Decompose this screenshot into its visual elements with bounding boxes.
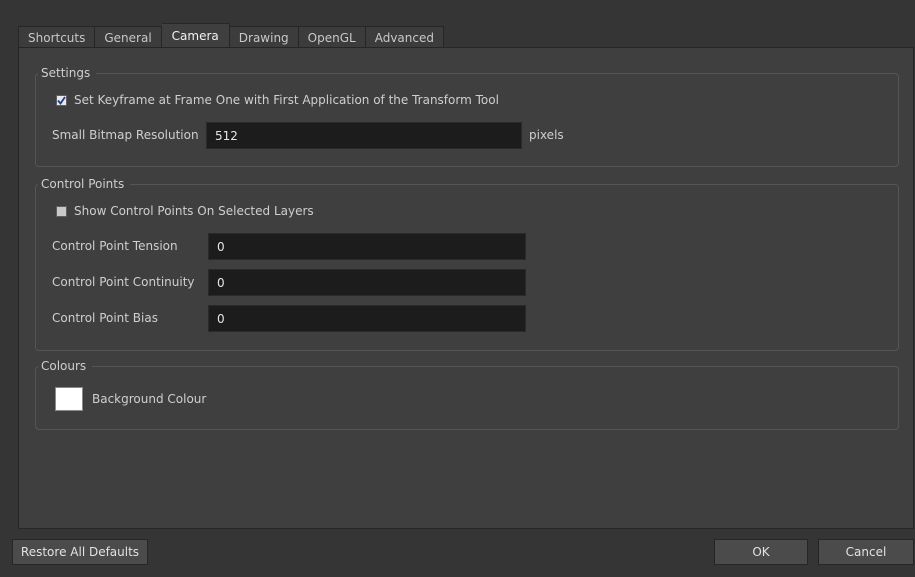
bitmap-resolution-unit: pixels (529, 128, 564, 142)
checkmark-icon (57, 95, 66, 105)
restore-all-defaults-button[interactable]: Restore All Defaults (12, 539, 148, 565)
control-points-group: Control Points Show Control Points On Se… (35, 175, 899, 351)
show-control-points-checkbox[interactable] (56, 205, 67, 217)
continuity-input[interactable] (208, 269, 526, 296)
bias-input[interactable] (208, 305, 526, 332)
settings-group: Settings Set Keyframe at Frame One with … (35, 64, 899, 167)
tab-camera[interactable]: Camera (161, 23, 230, 48)
tension-label: Control Point Tension (52, 239, 178, 253)
tab-bar: Shortcuts General Camera Drawing OpenGL … (18, 23, 444, 48)
keyframe-checkbox-row[interactable]: Set Keyframe at Frame One with First App… (56, 93, 499, 107)
bitmap-resolution-label: Small Bitmap Resolution (52, 128, 199, 142)
tab-advanced[interactable]: Advanced (365, 26, 444, 48)
camera-tab-panel: Settings Set Keyframe at Frame One with … (18, 47, 914, 529)
show-control-points-row[interactable]: Show Control Points On Selected Layers (56, 204, 314, 218)
tab-opengl[interactable]: OpenGL (298, 26, 366, 48)
control-points-group-title: Control Points (38, 175, 131, 193)
bias-label: Control Point Bias (52, 311, 158, 325)
background-colour-label: Background Colour (92, 392, 207, 406)
keyframe-checkbox-label: Set Keyframe at Frame One with First App… (74, 93, 499, 107)
tab-shortcuts[interactable]: Shortcuts (18, 26, 96, 48)
tension-input[interactable] (208, 233, 526, 260)
show-control-points-label: Show Control Points On Selected Layers (74, 204, 314, 218)
settings-group-title: Settings (38, 64, 97, 82)
tab-general[interactable]: General (95, 26, 162, 48)
ok-button[interactable]: OK (714, 539, 808, 565)
continuity-label: Control Point Continuity (52, 275, 195, 289)
tab-drawing[interactable]: Drawing (229, 26, 299, 48)
keyframe-checkbox[interactable] (56, 94, 67, 106)
background-colour-swatch[interactable] (55, 387, 83, 411)
colours-group-title: Colours (38, 357, 93, 375)
preferences-dialog: Shortcuts General Camera Drawing OpenGL … (0, 0, 915, 577)
cancel-button[interactable]: Cancel (818, 539, 914, 565)
colours-group: Colours Background Colour (35, 357, 899, 430)
bitmap-resolution-input[interactable] (206, 122, 522, 149)
